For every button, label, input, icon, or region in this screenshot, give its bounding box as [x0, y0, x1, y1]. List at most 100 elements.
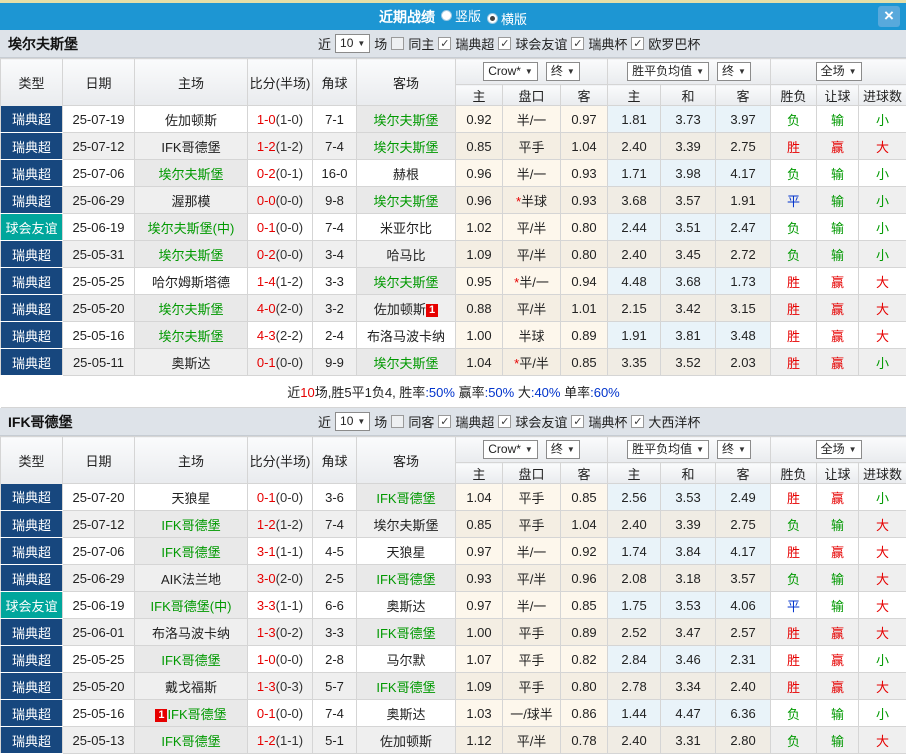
avg-odds-group: 胜平负均值 ▼ 终 ▼: [607, 58, 772, 85]
avg-odds-0: 3.35: [607, 348, 662, 376]
crow-odds-0: 1.04: [455, 483, 503, 511]
crow-odds-2: 0.82: [559, 645, 609, 673]
league-filter-checkbox-0[interactable]: ✓: [438, 37, 452, 50]
same-venue-checkbox[interactable]: [391, 37, 405, 50]
result-handicap: 赢: [816, 294, 860, 322]
league-filter-checkbox-3[interactable]: ✓: [631, 37, 645, 50]
avg-odds-1: 3.68: [660, 267, 717, 295]
away-team-name: 奥斯达: [386, 598, 426, 614]
final-odds-select[interactable]: 终 ▼: [545, 62, 580, 81]
summary-part: 胜率: [399, 385, 426, 400]
result-wdl: 胜: [770, 483, 818, 511]
scope-select[interactable]: 全场 ▼: [815, 440, 862, 459]
avg-odds-1: 3.53: [660, 483, 717, 511]
cell-score: 1-2(1-1): [247, 726, 313, 754]
layout-radio-vertical[interactable]: 竖版: [440, 6, 481, 25]
col-header-5: 客场: [356, 58, 456, 106]
league-filter-checkbox-1[interactable]: ✓: [498, 37, 512, 50]
layout-radio-horizontal[interactable]: 横版: [487, 9, 527, 28]
score-fulltime: 3-1: [256, 543, 276, 559]
away-team-cell: 埃尔夫斯堡: [356, 510, 456, 538]
cell-score: 3-1(1-1): [247, 537, 313, 565]
away-team-cell: IFK哥德堡: [356, 564, 456, 592]
sub-header-7: 让球: [816, 84, 860, 106]
crow-odds-1: *半球: [502, 186, 561, 214]
col-header-4: 角球: [312, 436, 357, 484]
league-filter-checkbox-2[interactable]: ✓: [571, 415, 585, 428]
avg-odds-0: 1.71: [607, 159, 662, 187]
crow-odds-2: 0.85: [559, 483, 609, 511]
avg-odds-2: 3.15: [715, 294, 772, 322]
odds-value: 1.09: [466, 246, 492, 262]
score-halftime: (0-2): [275, 624, 304, 640]
avg-odds-select[interactable]: 胜平负均值 ▼: [627, 62, 710, 81]
cell-corner: 4-5: [312, 537, 357, 565]
avg-odds-2: 2.47: [715, 213, 772, 241]
result-handicap: 赢: [816, 132, 860, 160]
result-wdl: 胜: [770, 618, 818, 646]
crow-odds-1: 平/半: [502, 564, 561, 592]
avg-odds-1: 3.57: [660, 186, 717, 214]
score-halftime: (1-1): [275, 543, 304, 559]
cell-corner: 7-4: [312, 699, 357, 727]
league-filter-label: 球会友谊: [515, 37, 568, 52]
close-button[interactable]: ×: [878, 6, 900, 27]
score-halftime: (0-0): [275, 489, 304, 505]
match-count-select[interactable]: 10 ▼: [335, 34, 371, 53]
crow-odds-2: 0.78: [559, 726, 609, 754]
sub-header-8: 进球数: [858, 84, 906, 106]
league-filter-checkbox-0[interactable]: ✓: [438, 415, 452, 428]
league-filter-checkbox-1[interactable]: ✓: [498, 415, 512, 428]
cell-score: 0-0(0-0): [247, 186, 313, 214]
away-team-cell: 埃尔夫斯堡: [356, 105, 456, 133]
sub-header-4: 和: [660, 84, 717, 106]
final-odds-select[interactable]: 终 ▼: [545, 440, 580, 459]
crow-odds-0: 1.03: [455, 699, 503, 727]
cell-score: 1-2(1-2): [247, 510, 313, 538]
same-venue-checkbox[interactable]: [391, 415, 405, 428]
summary-part: :40%: [530, 385, 561, 400]
chevron-down-icon: ▼: [848, 445, 857, 454]
avg-odds-2: 4.17: [715, 537, 772, 565]
league-filter-checkbox-2[interactable]: ✓: [571, 37, 585, 50]
radio-label: 竖版: [454, 8, 481, 24]
away-team-name: 米亚尔比: [379, 220, 432, 236]
avg-odds-0: 2.08: [607, 564, 662, 592]
match-count-select[interactable]: 10 ▼: [335, 412, 371, 431]
league-filter-label: 瑞典杯: [588, 37, 628, 52]
score-fulltime: 0-1: [256, 489, 276, 505]
result-handicap: 输: [816, 105, 860, 133]
league-type-badge: 球会友谊: [0, 213, 63, 241]
avg-odds-0: 2.84: [607, 645, 662, 673]
home-team-cell: 奥斯达: [134, 348, 248, 376]
odds-value: 0.94: [571, 273, 597, 289]
match-row: 瑞典超 25-07-12 IFK哥德堡 1-2(1-2) 7-4 埃尔夫斯堡 0.85 平手 1…: [0, 132, 906, 160]
away-team-name: 佐加顿斯: [379, 733, 432, 749]
away-team-cell: 埃尔夫斯堡: [356, 348, 456, 376]
home-team-name: IFK哥德堡: [161, 544, 221, 560]
cell-date: 25-07-06: [62, 159, 135, 187]
sub-header-7: 让球: [816, 462, 860, 484]
result-handicap: 输: [816, 240, 860, 268]
cell-date: 25-05-13: [62, 726, 135, 754]
odds-company-select[interactable]: Crow* ▼: [483, 62, 538, 81]
scope-select[interactable]: 全场 ▼: [815, 62, 862, 81]
match-row: 瑞典超 25-07-12 IFK哥德堡 1-2(1-2) 7-4 埃尔夫斯堡 0.85 平手 1…: [0, 510, 906, 538]
match-row: 球会友谊 25-06-19 IFK哥德堡(中) 3-3(1-1) 6-6 奥斯达 0.97 半…: [0, 591, 906, 619]
odds-company-select[interactable]: Crow* ▼: [483, 440, 538, 459]
league-filter-checkbox-3[interactable]: ✓: [631, 415, 645, 428]
crow-odds-1: 平手: [502, 645, 561, 673]
result-goals: 小: [858, 699, 906, 727]
final-avg-select[interactable]: 终 ▼: [717, 440, 751, 459]
away-team-name: 赫根: [392, 166, 419, 182]
league-type-badge: 瑞典超: [0, 159, 63, 187]
league-filter-label: 瑞典超: [455, 37, 495, 52]
avg-odds-0: 2.15: [607, 294, 662, 322]
crow-odds-1: 平/半: [502, 240, 561, 268]
radio-circle-icon: [440, 9, 452, 21]
summary-part: 单率: [560, 385, 591, 400]
odds-value: 1.00: [466, 327, 492, 343]
avg-odds-select[interactable]: 胜平负均值 ▼: [627, 440, 710, 459]
avg-odds-0: 2.40: [607, 240, 662, 268]
final-avg-select[interactable]: 终 ▼: [717, 62, 751, 81]
